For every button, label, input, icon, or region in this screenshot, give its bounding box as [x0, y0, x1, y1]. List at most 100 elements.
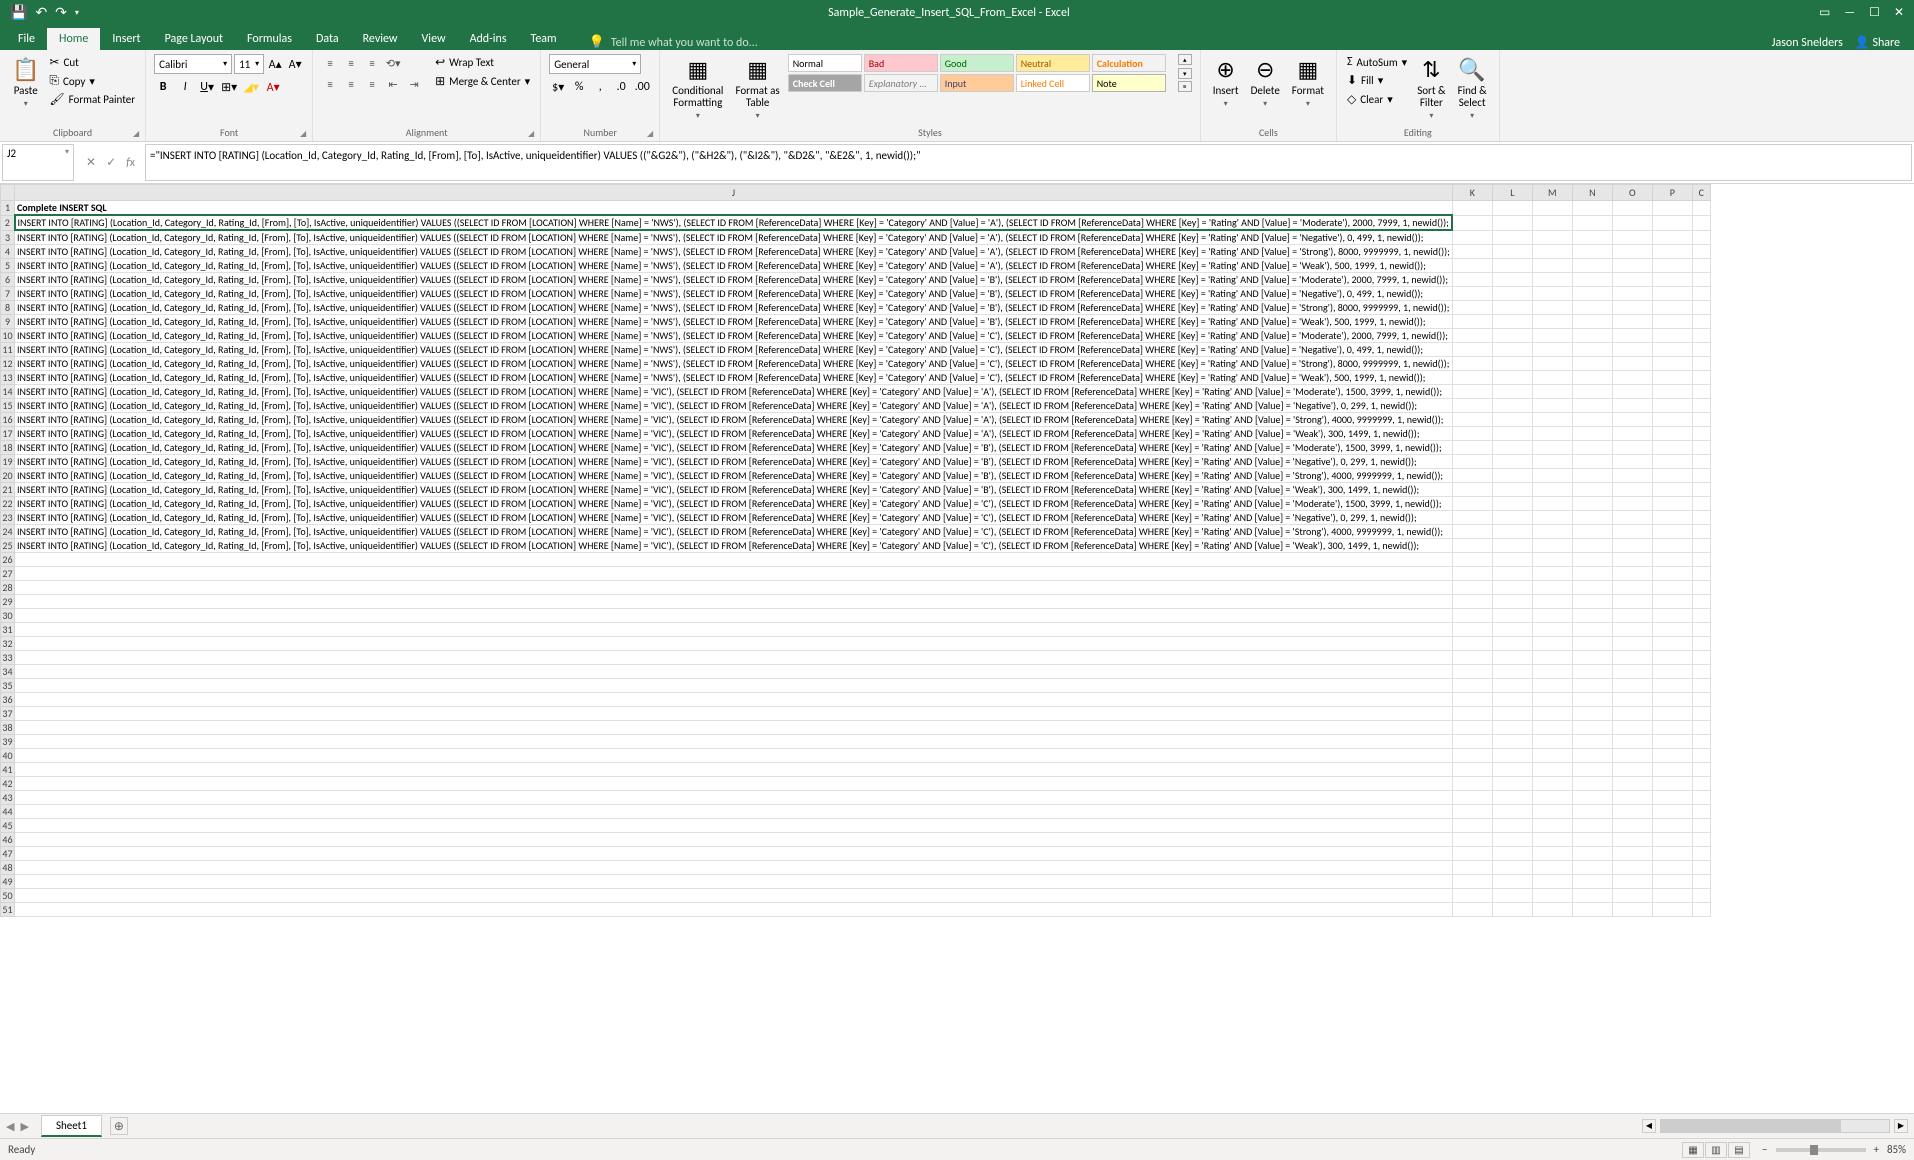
cell-C13[interactable] — [1692, 371, 1710, 385]
row-header-30[interactable]: 30 — [1, 609, 15, 623]
cell-P37[interactable] — [1652, 707, 1692, 721]
dialog-launcher-icon[interactable]: ◢ — [300, 129, 306, 139]
cell-N42[interactable] — [1572, 777, 1612, 791]
borders-icon[interactable]: ⊞▾ — [220, 78, 238, 96]
column-header-C[interactable]: C — [1692, 185, 1710, 201]
dialog-launcher-icon[interactable]: ◢ — [528, 129, 534, 139]
cell-P6[interactable] — [1652, 273, 1692, 287]
cell-K51[interactable] — [1452, 903, 1492, 917]
tab-data[interactable]: Data — [304, 28, 351, 50]
cell-M3[interactable] — [1532, 230, 1572, 245]
cell-J40[interactable] — [15, 749, 1453, 763]
cell-P46[interactable] — [1652, 833, 1692, 847]
row-header-33[interactable]: 33 — [1, 651, 15, 665]
cell-M1[interactable] — [1532, 201, 1572, 216]
zoom-out-icon[interactable]: − — [1762, 1143, 1767, 1156]
cell-K44[interactable] — [1452, 805, 1492, 819]
cell-L17[interactable] — [1492, 427, 1532, 441]
cell-K19[interactable] — [1452, 455, 1492, 469]
zoom-slider[interactable] — [1776, 1148, 1866, 1152]
cell-N8[interactable] — [1572, 301, 1612, 315]
cell-J12[interactable]: INSERT INTO [RATING] (Location_Id, Categ… — [15, 357, 1453, 371]
column-header-K[interactable]: K — [1452, 185, 1492, 201]
cell-K46[interactable] — [1452, 833, 1492, 847]
cell-O36[interactable] — [1612, 693, 1652, 707]
row-header-23[interactable]: 23 — [1, 511, 15, 525]
font-color-icon[interactable]: A▾ — [264, 78, 282, 96]
row-header-12[interactable]: 12 — [1, 357, 15, 371]
cell-O22[interactable] — [1612, 497, 1652, 511]
row-header-15[interactable]: 15 — [1, 399, 15, 413]
cell-J28[interactable] — [15, 581, 1453, 595]
cell-N10[interactable] — [1572, 329, 1612, 343]
cell-N20[interactable] — [1572, 469, 1612, 483]
cell-J43[interactable] — [15, 791, 1453, 805]
cell-K42[interactable] — [1452, 777, 1492, 791]
cell-O51[interactable] — [1612, 903, 1652, 917]
cell-C27[interactable] — [1692, 567, 1710, 581]
cell-O8[interactable] — [1612, 301, 1652, 315]
cell-M14[interactable] — [1532, 385, 1572, 399]
tab-file[interactable]: File — [6, 28, 47, 50]
hscroll-left-icon[interactable]: ◀ — [1642, 1119, 1656, 1133]
insert-cells-button[interactable]: ⊕Insert▾ — [1209, 54, 1243, 111]
cell-L27[interactable] — [1492, 567, 1532, 581]
cell-N44[interactable] — [1572, 805, 1612, 819]
tab-review[interactable]: Review — [351, 28, 410, 50]
cell-N41[interactable] — [1572, 763, 1612, 777]
cell-L7[interactable] — [1492, 287, 1532, 301]
cell-J44[interactable] — [15, 805, 1453, 819]
cell-L22[interactable] — [1492, 497, 1532, 511]
row-header-7[interactable]: 7 — [1, 287, 15, 301]
cell-P48[interactable] — [1652, 861, 1692, 875]
ribbon-display-icon[interactable]: ▭ — [1819, 5, 1830, 20]
cell-C49[interactable] — [1692, 875, 1710, 889]
redo-icon[interactable]: ↷ — [55, 4, 67, 21]
cell-K32[interactable] — [1452, 637, 1492, 651]
cell-M37[interactable] — [1532, 707, 1572, 721]
cell-N38[interactable] — [1572, 721, 1612, 735]
row-header-40[interactable]: 40 — [1, 749, 15, 763]
cell-P16[interactable] — [1652, 413, 1692, 427]
cell-O45[interactable] — [1612, 819, 1652, 833]
cell-C29[interactable] — [1692, 595, 1710, 609]
row-header-34[interactable]: 34 — [1, 665, 15, 679]
cell-C21[interactable] — [1692, 483, 1710, 497]
cell-K29[interactable] — [1452, 595, 1492, 609]
cell-C46[interactable] — [1692, 833, 1710, 847]
style-calculation[interactable]: Calculation — [1092, 54, 1166, 72]
cell-J15[interactable]: INSERT INTO [RATING] (Location_Id, Categ… — [15, 399, 1453, 413]
cell-P33[interactable] — [1652, 651, 1692, 665]
cell-P11[interactable] — [1652, 343, 1692, 357]
bold-button[interactable]: B — [154, 78, 172, 96]
select-all-corner[interactable] — [1, 185, 15, 201]
cell-P34[interactable] — [1652, 665, 1692, 679]
cell-J22[interactable]: INSERT INTO [RATING] (Location_Id, Categ… — [15, 497, 1453, 511]
cell-J41[interactable] — [15, 763, 1453, 777]
cell-N18[interactable] — [1572, 441, 1612, 455]
cell-C11[interactable] — [1692, 343, 1710, 357]
cell-O18[interactable] — [1612, 441, 1652, 455]
cell-J36[interactable] — [15, 693, 1453, 707]
font-size-selector[interactable]: 11▾ — [234, 54, 264, 74]
cell-P40[interactable] — [1652, 749, 1692, 763]
row-header-11[interactable]: 11 — [1, 343, 15, 357]
find-select-button[interactable]: 🔍Find & Select▾ — [1454, 54, 1491, 123]
cell-P8[interactable] — [1652, 301, 1692, 315]
style-check-cell[interactable]: Check Cell — [788, 74, 862, 92]
cell-J18[interactable]: INSERT INTO [RATING] (Location_Id, Categ… — [15, 441, 1453, 455]
row-header-13[interactable]: 13 — [1, 371, 15, 385]
cell-C28[interactable] — [1692, 581, 1710, 595]
row-header-37[interactable]: 37 — [1, 707, 15, 721]
cell-C16[interactable] — [1692, 413, 1710, 427]
zoom-in-icon[interactable]: + — [1874, 1143, 1879, 1156]
cell-C36[interactable] — [1692, 693, 1710, 707]
cell-M23[interactable] — [1532, 511, 1572, 525]
cell-J3[interactable]: INSERT INTO [RATING] (Location_Id, Categ… — [15, 230, 1453, 245]
cell-P12[interactable] — [1652, 357, 1692, 371]
cell-M38[interactable] — [1532, 721, 1572, 735]
align-middle-icon[interactable]: ≡ — [342, 54, 360, 72]
row-header-29[interactable]: 29 — [1, 595, 15, 609]
row-header-27[interactable]: 27 — [1, 567, 15, 581]
dialog-launcher-icon[interactable]: ◢ — [133, 129, 139, 139]
